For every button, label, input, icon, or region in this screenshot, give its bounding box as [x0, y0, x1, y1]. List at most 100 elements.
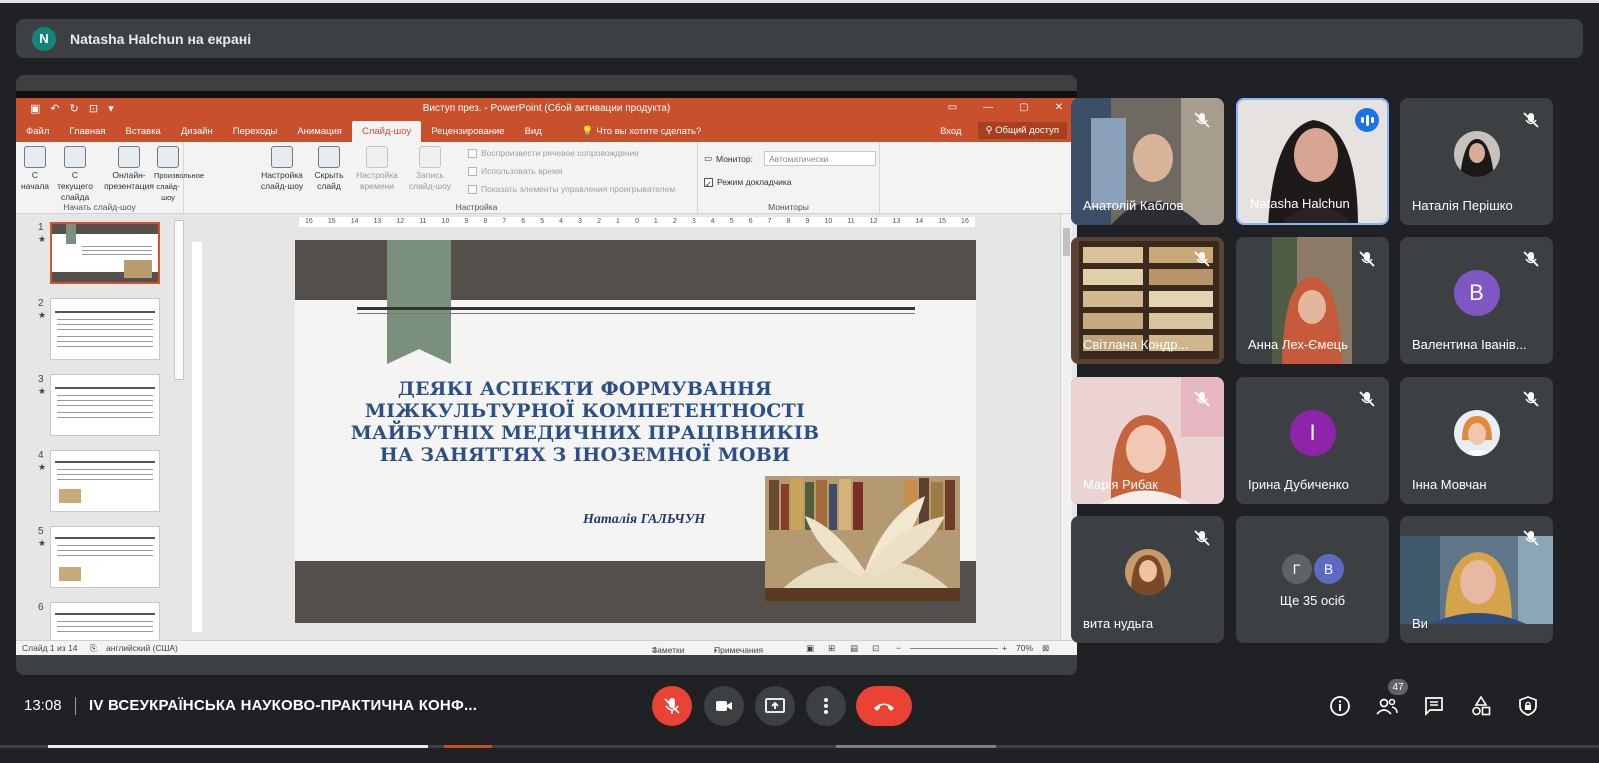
slide-thumbnail[interactable] [50, 526, 160, 588]
timer-icon [366, 146, 388, 168]
participant-tile[interactable]: В Валентина Іванів... [1400, 237, 1553, 364]
meeting-details-button[interactable] [1326, 692, 1354, 720]
participant-name: вита нудьга [1083, 616, 1154, 631]
slide-rule [357, 307, 915, 310]
lightbulb-icon: 💡 [581, 126, 597, 137]
close-icon[interactable]: ✕ [1055, 102, 1063, 113]
present-screen-button[interactable] [755, 686, 795, 726]
participant-tile[interactable]: Наталія Перішко [1400, 98, 1553, 225]
tab-home[interactable]: Главная [59, 126, 115, 142]
from-start-button[interactable]: С начала [20, 146, 50, 192]
tab-slideshow[interactable]: Слайд-шоу [351, 121, 422, 142]
powerpoint-window: ▣ ↶ ↻ ⊡ ▾ Виступ през. - PowerPoint (Сбо… [16, 98, 1077, 655]
projector-icon [24, 146, 46, 168]
record-icon [419, 146, 441, 168]
tab-review[interactable]: Рецензирование [421, 126, 514, 142]
participant-tile-active[interactable]: Natasha Halchun [1236, 98, 1389, 225]
leave-call-button[interactable] [856, 686, 912, 726]
scroll-thumb[interactable] [1063, 228, 1070, 256]
language-indicator[interactable]: английский (США) [106, 643, 178, 653]
rehearse-timings-button[interactable]: Настройка времени [352, 146, 402, 192]
participants-button[interactable] [1373, 692, 1401, 720]
projector-icon [64, 146, 86, 168]
tab-insert[interactable]: Вставка [116, 126, 171, 142]
participant-tile[interactable]: Марія Рибак [1071, 377, 1224, 504]
camera-toggle-button[interactable] [704, 686, 744, 726]
record-show-button[interactable]: Запись слайд-шоу [404, 146, 456, 192]
slide-canvas[interactable]: ДЕЯКІ АСПЕКТИ ФОРМУВАННЯ МІЖКУЛЬТУРНОЇ К… [295, 240, 976, 623]
participant-tile[interactable]: Анна Лех-Ємець [1236, 237, 1389, 364]
presenter-view-checkbox[interactable]: ✓ Режим докладчика [704, 177, 792, 189]
tab-view[interactable]: Вид [515, 126, 552, 142]
slide-thumbnail[interactable] [50, 602, 160, 640]
participant-tile[interactable]: Анатолій Каблов [1071, 98, 1224, 225]
participant-tile[interactable]: Світлана Кондр... [1071, 237, 1224, 364]
minimize-icon[interactable]: — [983, 102, 993, 113]
thumbs-scrollbar[interactable] [174, 220, 184, 380]
media-controls-checkbox[interactable]: Показать элементы управления проигрывате… [468, 184, 675, 194]
person-icon: ⚲ [985, 125, 996, 136]
self-tile[interactable]: Ви [1400, 516, 1553, 643]
tab-animations[interactable]: Анимация [287, 126, 352, 142]
monitor-select[interactable]: Автоматически [764, 151, 876, 166]
window-controls: ▭ — ▢ ✕ [948, 102, 1063, 113]
from-current-button[interactable]: С текущего слайда [54, 146, 96, 203]
fit-slide-icon[interactable]: ⊠ [1042, 643, 1049, 654]
more-participants-label: Ще 35 осіб [1279, 593, 1346, 608]
ribbon-display-icon[interactable]: ▭ [948, 102, 957, 113]
thumb-number: 2 [38, 298, 44, 309]
zoom-in-icon[interactable]: + [1002, 643, 1007, 653]
spellcheck-icon[interactable]: ⎘ [90, 643, 97, 654]
tab-design[interactable]: Дизайн [171, 126, 223, 142]
timings-checkbox[interactable]: Использовать время [468, 166, 562, 176]
slideshow-view-icon[interactable]: ⊡ [872, 643, 879, 654]
custom-show-button[interactable]: Произвольное слайд-шоу [154, 146, 204, 203]
activities-button[interactable] [1467, 692, 1495, 720]
normal-view-icon[interactable]: ▣ [806, 643, 814, 654]
custom-show-icon [157, 146, 179, 168]
participant-avatar [1453, 130, 1500, 177]
slide-thumbnail[interactable] [50, 222, 160, 284]
tab-transitions[interactable]: Переходы [223, 126, 288, 142]
info-icon [1330, 696, 1350, 716]
online-present-button[interactable]: Онлайн-презентация [104, 146, 154, 192]
chat-button[interactable] [1420, 692, 1448, 720]
maximize-icon[interactable]: ▢ [1019, 102, 1028, 113]
mic-off-icon [1359, 391, 1375, 407]
slide-heading: ДЕЯКІ АСПЕКТИ ФОРМУВАННЯ МІЖКУЛЬТУРНОЇ К… [350, 378, 820, 466]
mic-off-icon [1194, 530, 1210, 546]
mic-off-icon [1194, 251, 1210, 267]
narration-checkbox[interactable]: Воспроизвести речевое сопровождение [468, 148, 639, 158]
host-controls-button[interactable] [1514, 692, 1542, 720]
reading-view-icon[interactable]: ▤ [850, 643, 858, 654]
tell-me-box[interactable]: 💡 Что вы хотите сделать? [552, 126, 712, 142]
slide-thumbnail[interactable] [50, 374, 160, 436]
mic-off-icon [1523, 112, 1539, 128]
tab-file[interactable]: Файл [16, 126, 59, 142]
slide-thumbnail[interactable] [50, 450, 160, 512]
zoom-level[interactable]: 70% [1016, 643, 1033, 653]
hide-slide-button[interactable]: Скрыть слайд [310, 146, 348, 192]
participant-name: Ірина Дубиченко [1248, 477, 1349, 492]
participant-name: Інна Мовчан [1412, 477, 1487, 492]
participant-name: Ви [1412, 616, 1428, 631]
zoom-slider[interactable] [910, 648, 998, 649]
horizontal-ruler: 16 15 14 13 12 11 10 9 8 7 6 5 4 3 2 1 0 1 2 3 4 5 6 7 8 9 10 11 12 1… [299, 217, 975, 227]
login-link[interactable]: Вход [930, 126, 972, 142]
participant-tile[interactable]: Інна Мовчан [1400, 377, 1553, 504]
zoom-out-icon[interactable]: − [896, 643, 901, 653]
monitor-icon: ▭ [704, 153, 713, 163]
share-button[interactable]: ⚲ Общий доступ [977, 122, 1067, 139]
participant-name: Марія Рибак [1083, 477, 1158, 492]
participant-tile[interactable]: вита нудьга [1071, 516, 1224, 643]
participant-tile[interactable]: І Ірина Дубиченко [1236, 377, 1389, 504]
more-options-button[interactable] [806, 686, 846, 726]
more-participants-tile[interactable]: Г В Ще 35 осіб [1236, 516, 1389, 643]
taskbar-strip [0, 745, 1599, 748]
mic-toggle-button[interactable] [652, 686, 692, 726]
sorter-view-icon[interactable]: ⊞ [828, 643, 835, 654]
screen-share: ▣ ↶ ↻ ⊡ ▾ Виступ през. - PowerPoint (Сбо… [16, 75, 1077, 675]
setup-show-button[interactable]: Настройка слайд-шоу [258, 146, 306, 192]
present-icon [765, 698, 785, 713]
slide-thumbnail[interactable] [50, 298, 160, 360]
